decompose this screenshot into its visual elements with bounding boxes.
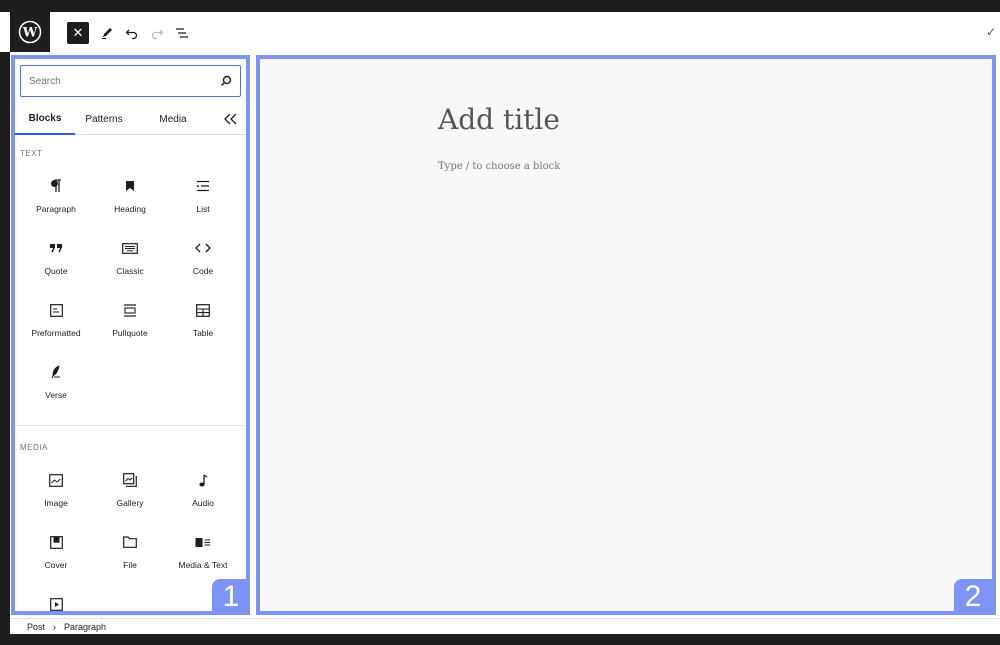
audio-icon	[199, 473, 208, 486]
block-label: Pullquote	[112, 328, 148, 338]
block-paragraph[interactable]: Paragraph	[20, 171, 92, 227]
section-divider	[15, 425, 246, 426]
block-gallery[interactable]: Gallery	[94, 465, 166, 521]
badge-inserter: 1	[212, 579, 250, 615]
video-icon	[49, 597, 63, 611]
cover-icon	[49, 535, 63, 549]
block-classic[interactable]: Classic	[94, 233, 166, 289]
block-media-text[interactable]: Media & Text	[167, 527, 239, 583]
post-title-input[interactable]: Add title	[438, 103, 560, 136]
search-input[interactable]	[29, 75, 220, 87]
list-view-button[interactable]	[171, 22, 193, 44]
section-label-text: TEXT	[20, 149, 43, 158]
block-label: Image	[44, 498, 68, 508]
block-pullquote[interactable]: Pullquote	[94, 295, 166, 351]
block-image[interactable]: Image	[20, 465, 92, 521]
table-icon	[196, 303, 210, 317]
block-inserter-panel: Blocks Patterns Media TEXT Paragraph Hea…	[11, 55, 250, 615]
undo-icon	[125, 29, 138, 40]
block-label: Gallery	[116, 498, 144, 508]
block-label: Classic	[116, 266, 144, 276]
tools-button[interactable]	[96, 22, 118, 44]
breadcrumb-separator: ›	[53, 621, 57, 632]
breadcrumb-item-paragraph[interactable]: Paragraph	[64, 622, 106, 632]
block-quote[interactable]: Quote	[20, 233, 92, 289]
list-icon	[197, 180, 209, 192]
block-label: Audio	[192, 498, 214, 508]
block-table[interactable]: Table	[167, 295, 239, 351]
block-label: Table	[192, 328, 214, 338]
quote-icon	[50, 244, 62, 253]
tab-blocks[interactable]: Blocks	[15, 103, 75, 135]
heading-icon	[126, 181, 134, 191]
list-view-icon	[176, 28, 188, 38]
block-label: Cover	[44, 560, 68, 570]
search-icon	[221, 75, 232, 86]
code-icon	[195, 243, 211, 253]
block-list[interactable]: List	[167, 171, 239, 227]
redo-icon	[151, 29, 164, 40]
editor-canvas: Add title Type / to choose a block	[256, 55, 996, 615]
gallery-icon	[123, 473, 137, 487]
badge-canvas: 2	[954, 579, 992, 615]
collapse-button[interactable]	[219, 103, 243, 135]
block-label: Heading	[114, 204, 146, 214]
close-icon: ✕	[72, 25, 84, 40]
pencil-icon	[102, 28, 112, 39]
block-code[interactable]: Code	[167, 233, 239, 289]
redo-button[interactable]	[146, 22, 168, 44]
block-label: Verse	[45, 390, 67, 400]
block-label: Quote	[44, 266, 68, 276]
block-heading[interactable]: Heading	[94, 171, 166, 227]
block-file[interactable]: File	[94, 527, 166, 583]
block-verse[interactable]: Verse	[20, 357, 92, 413]
preformatted-icon	[49, 303, 63, 317]
check-icon[interactable]: ✓	[986, 25, 996, 39]
section-label-media: MEDIA	[20, 443, 48, 452]
block-label: Media & Text	[178, 560, 228, 570]
block-audio[interactable]: Audio	[167, 465, 239, 521]
keyboard-icon	[122, 242, 138, 254]
block-cover[interactable]: Cover	[20, 527, 92, 583]
undo-button[interactable]	[121, 22, 143, 44]
block-label: Preformatted	[31, 328, 81, 338]
verse-icon	[51, 365, 60, 379]
block-video[interactable]	[20, 589, 92, 611]
block-preformatted[interactable]: Preformatted	[20, 295, 92, 351]
pullquote-icon	[124, 303, 136, 317]
image-icon	[49, 473, 63, 487]
paragraph-icon	[51, 179, 61, 192]
inserter-tabs: Blocks Patterns Media	[15, 103, 246, 135]
collapse-icon	[224, 113, 237, 125]
block-appender[interactable]: Type / to choose a block	[438, 161, 560, 172]
block-label: Code	[192, 266, 214, 276]
block-label: Paragraph	[36, 204, 76, 214]
tab-patterns[interactable]: Patterns	[75, 103, 133, 135]
block-label: List	[196, 204, 210, 214]
breadcrumb: Post › Paragraph	[10, 618, 1000, 634]
breadcrumb-item-post[interactable]: Post	[27, 622, 45, 632]
search-box[interactable]	[20, 65, 241, 97]
wordpress-logo-icon[interactable]: W	[10, 12, 50, 52]
block-label: File	[123, 560, 137, 570]
close-inserter-button[interactable]: ✕	[67, 22, 89, 44]
tab-media[interactable]: Media	[145, 103, 201, 135]
svg-text:W: W	[22, 26, 38, 41]
file-icon	[123, 536, 137, 548]
media-text-icon	[195, 537, 210, 547]
